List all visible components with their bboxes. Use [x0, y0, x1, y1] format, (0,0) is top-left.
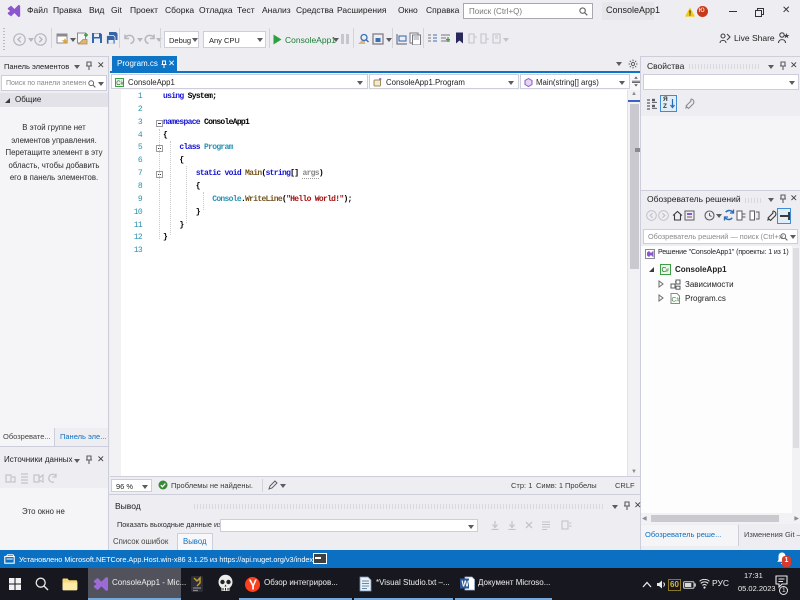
svg-text:#: # — [666, 268, 669, 274]
svg-text:C#: C# — [116, 81, 124, 87]
svg-text:C#: C# — [672, 297, 681, 304]
svg-text:W: W — [462, 580, 470, 589]
